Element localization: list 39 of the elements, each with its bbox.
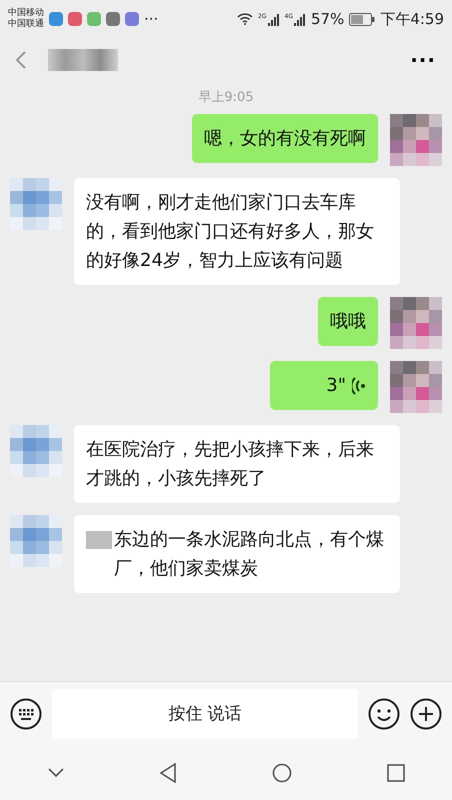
app-notification-icon — [68, 12, 82, 26]
avatar-icon — [10, 425, 62, 477]
avatar-icon — [390, 297, 442, 349]
avatar-icon — [390, 361, 442, 413]
message-text: 在医院治疗，先把小孩摔下来，后来才跳的，小孩先摔死了 — [86, 439, 374, 489]
message-text: 没有啊，刚才走他们家门口去车库的，看到他家门口还有好多人，那女的好像24岁，智力上应该有问题 — [86, 192, 374, 271]
carrier-name: 中国移动 — [8, 8, 44, 18]
message-text: 嗯，女的有没有死啊 — [204, 128, 366, 149]
back-icon[interactable] — [158, 763, 176, 783]
keyboard-icon[interactable] — [10, 698, 42, 730]
signal-icon — [294, 12, 306, 26]
hold-to-talk-field[interactable]: 按住 说话 — [52, 689, 358, 739]
app-notification-icon — [87, 12, 101, 26]
avatar-icon — [10, 178, 62, 230]
app-notification-icon — [125, 12, 139, 26]
more-notifications: ··· — [144, 10, 158, 28]
avatar-icon — [390, 114, 442, 166]
add-icon[interactable] — [410, 698, 442, 730]
timestamp: 早上9:05 — [198, 89, 254, 106]
more-button[interactable]: ··· — [410, 48, 436, 72]
app-notification-icon — [49, 12, 63, 26]
clock: 下午4:59 — [380, 10, 444, 28]
signal-icon — [268, 12, 280, 26]
home-icon[interactable] — [272, 763, 292, 783]
voice-duration: 3" — [326, 374, 346, 398]
voice-message-bubble[interactable]: 3" — [270, 361, 378, 410]
voice-wave-icon — [352, 376, 366, 396]
collapse-icon[interactable] — [48, 768, 64, 778]
battery-percent: 57% — [310, 10, 344, 28]
carrier-name: 中国联通 — [8, 19, 44, 30]
message-text: 哦哦 — [330, 311, 366, 332]
battery-icon — [349, 12, 376, 26]
wifi-icon — [237, 13, 254, 25]
app-notification-icon — [106, 12, 120, 26]
message-text: 东边的一条水泥路向北点，有个煤厂，他们家卖煤炭 — [114, 528, 385, 581]
blurred-contact-name — [48, 49, 118, 71]
avatar-icon — [10, 515, 62, 567]
emoji-icon[interactable] — [368, 698, 400, 730]
recents-icon[interactable] — [386, 764, 404, 782]
